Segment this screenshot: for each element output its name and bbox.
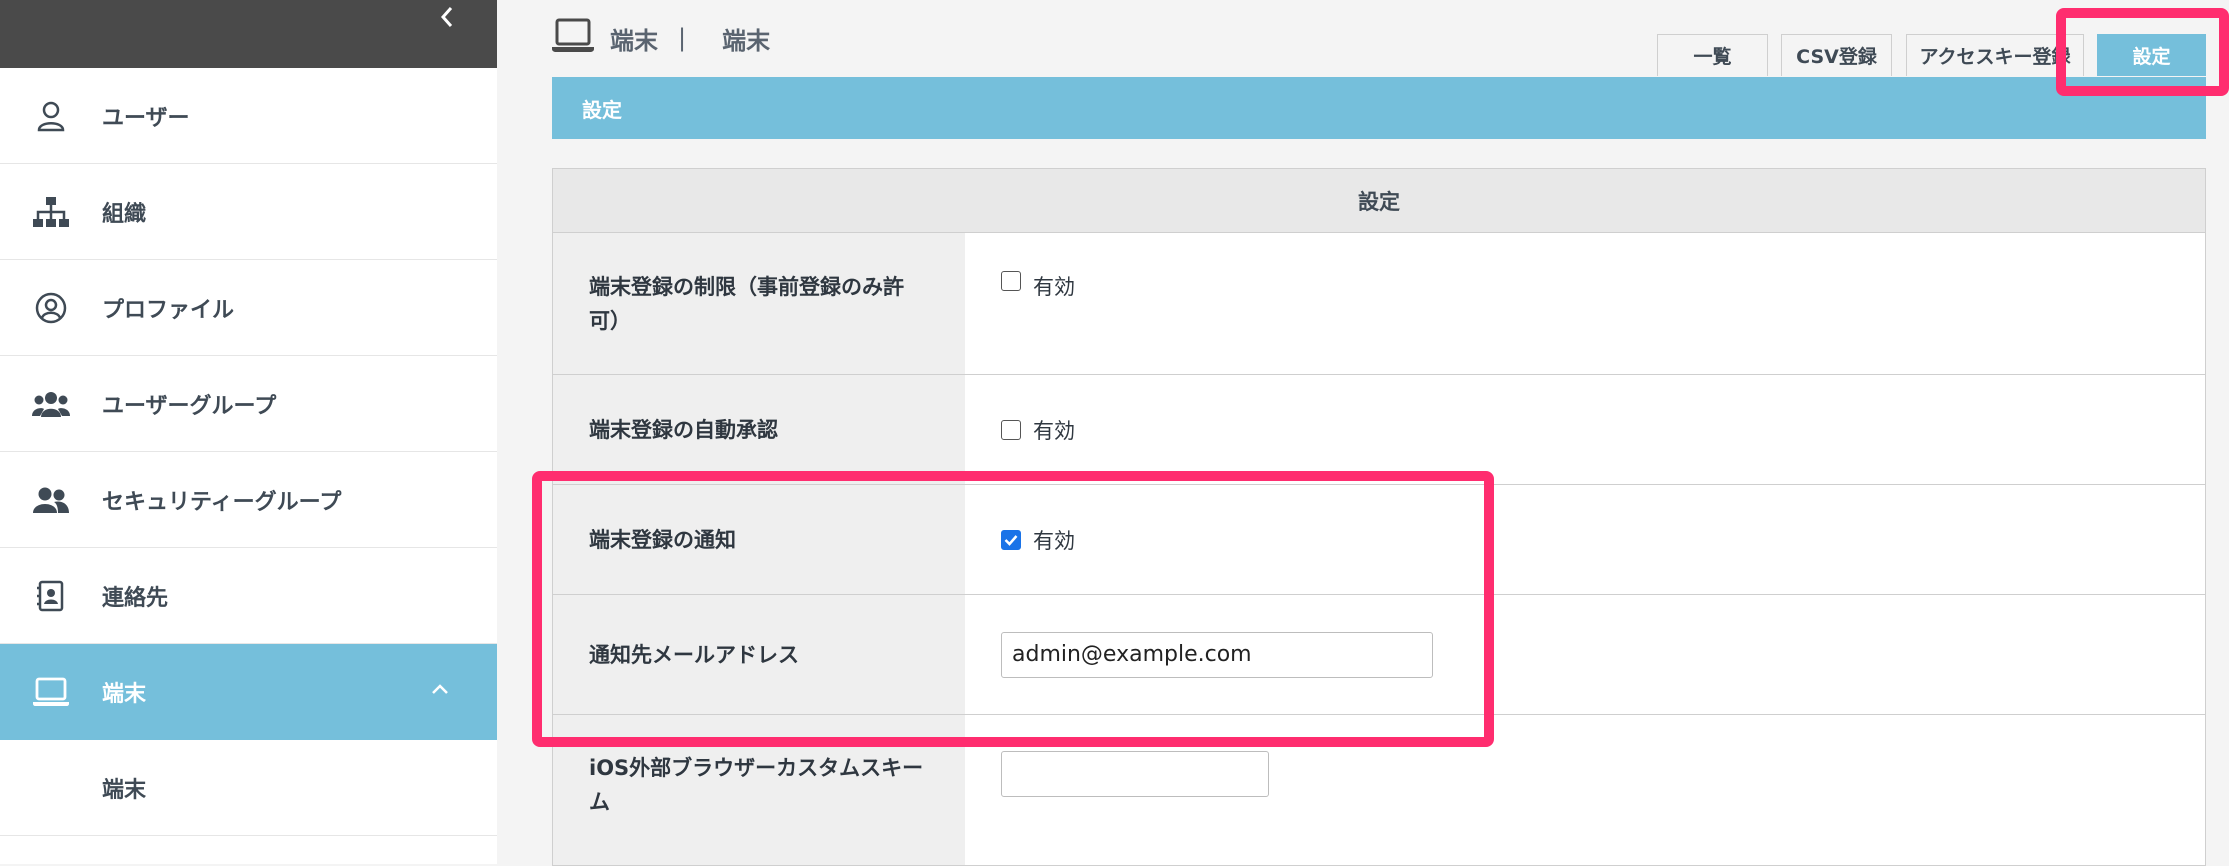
sidebar-item-label: ユーザーグループ [102, 393, 277, 419]
registration-restriction-checkbox[interactable] [1001, 271, 1021, 291]
sidebar-item-label: 組織 [102, 201, 147, 227]
sidebar-item-devices[interactable]: 端末 [0, 644, 497, 740]
sidebar-item-contacts[interactable]: 連絡先 [0, 548, 497, 644]
laptop-icon [552, 18, 594, 58]
field-label: 端末登録の通知 [553, 485, 965, 594]
sidebar-item-profile[interactable]: プロファイル [0, 260, 497, 356]
laptop-icon [29, 670, 73, 714]
breadcrumb-current: 端末 [722, 26, 771, 55]
form-row-notification: 端末登録の通知 有効 [553, 485, 2205, 595]
sidebar: ユーザー 組織 プロファイル ユーザーグループ セキュリティーグループ 連絡先 [0, 0, 497, 864]
checkbox-label: 有効 [1033, 275, 1075, 299]
profile-icon [29, 286, 73, 330]
security-group-icon [29, 478, 73, 522]
auto-approve-checkbox[interactable] [1001, 419, 1021, 440]
form-row-notification-email: 通知先メールアドレス [553, 595, 2205, 715]
sidebar-item-organization[interactable]: 組織 [0, 164, 497, 260]
tab-settings[interactable]: 設定 [2097, 34, 2206, 76]
org-chart-icon [29, 190, 73, 234]
sidebar-subitem-label: 端末 [102, 777, 147, 803]
field-label: 端末登録の自動承認 [553, 375, 965, 484]
checkmark-icon [1004, 534, 1018, 546]
checkbox-label: 有効 [1033, 418, 1075, 443]
tab-list[interactable]: 一覧 [1657, 34, 1768, 76]
breadcrumb: 端末 | 端末 [552, 18, 770, 58]
field-label: 端末登録の制限（事前登録のみ許可） [553, 233, 965, 374]
sidebar-item-label: セキュリティーグループ [102, 489, 342, 515]
section-title: 設定 [552, 77, 2206, 139]
form-row-ios-scheme: iOS外部ブラウザーカスタムスキーム [553, 715, 2205, 865]
breadcrumb-section[interactable]: 端末 [610, 21, 658, 56]
contacts-icon [29, 574, 73, 618]
user-icon [29, 94, 73, 138]
sidebar-header [0, 0, 497, 68]
sidebar-item-security-groups[interactable]: セキュリティーグループ [0, 452, 497, 548]
sidebar-item-label: プロファイル [102, 297, 235, 323]
sidebar-item-label: 端末 [102, 681, 147, 707]
form-row-auto-approve: 端末登録の自動承認 有効 [553, 375, 2205, 485]
field-label: iOS外部ブラウザーカスタムスキーム [553, 715, 965, 865]
user-group-icon [29, 382, 73, 426]
sidebar-item-label: ユーザー [102, 105, 190, 131]
field-label: 通知先メールアドレス [553, 595, 965, 714]
form-heading: 設定 [553, 169, 2205, 233]
tab-csv-import[interactable]: CSV登録 [1781, 34, 1892, 76]
sidebar-item-label: 連絡先 [102, 585, 169, 611]
chevron-up-icon[interactable] [431, 680, 449, 699]
form-row-registration-restriction: 端末登録の制限（事前登録のみ許可） 有効 [553, 233, 2205, 375]
sidebar-subitem-devices[interactable]: 端末 [0, 740, 497, 836]
breadcrumb-separator: | [678, 24, 687, 52]
tab-access-key[interactable]: アクセスキー登録 [1906, 34, 2084, 76]
settings-form: 設定 端末登録の制限（事前登録のみ許可） 有効 端末登録の自動承認 有効 端末登… [552, 168, 2206, 866]
sidebar-item-user-groups[interactable]: ユーザーグループ [0, 356, 497, 452]
notification-email-input[interactable] [1001, 631, 1433, 678]
notification-checkbox[interactable] [1001, 529, 1021, 550]
checkbox-label: 有効 [1033, 528, 1075, 553]
sidebar-item-users[interactable]: ユーザー [0, 68, 497, 164]
ios-custom-scheme-input[interactable] [1001, 751, 1269, 797]
chevron-left-icon[interactable] [433, 6, 461, 34]
